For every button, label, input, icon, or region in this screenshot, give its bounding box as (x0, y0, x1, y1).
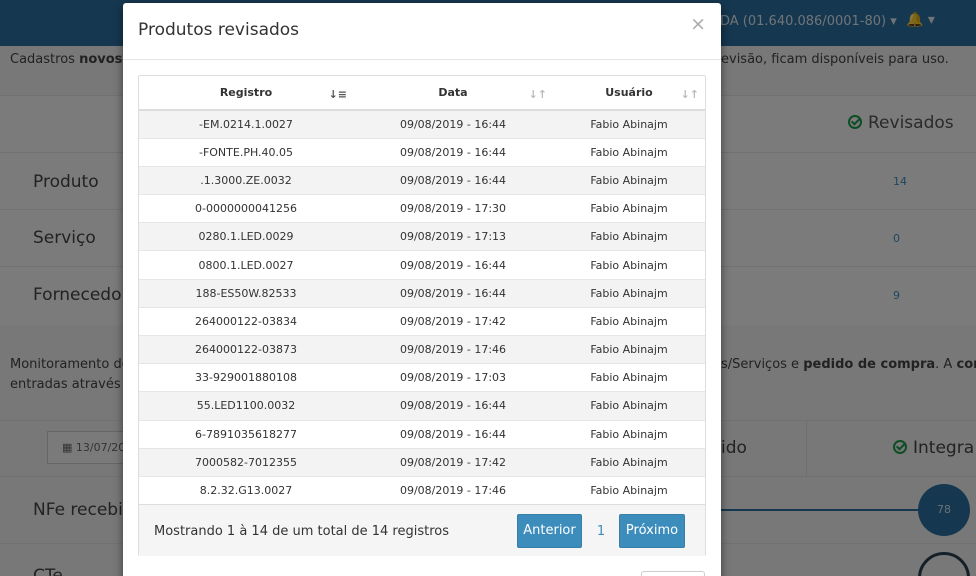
cell-registro: 6-7891035618277 (139, 419, 353, 449)
table-row[interactable]: 7000582-7012355 09/08/2019 - 17:42 Fabio A… (139, 447, 705, 477)
cell-usuario: Fabio Abinajm (553, 447, 705, 477)
cell-usuario: Fabio Abinajm (553, 419, 705, 449)
cell-registro: 55.LED1100.0032 (139, 391, 353, 421)
cell-data: 09/08/2019 - 16:44 (353, 419, 553, 449)
cell-data: 09/08/2019 - 17:46 (353, 334, 553, 364)
revisados-table-container: Registro ↓≡ Data ↓↑ Usuário ↓↑ -EM.0214.… (138, 75, 706, 556)
modal-footer-button[interactable] (641, 571, 705, 576)
sort-ascending-icon: ↓≡ (328, 88, 347, 101)
table-row[interactable]: .1.3000.ZE.0032 09/08/2019 - 16:44 Fabio A… (139, 165, 705, 195)
cell-registro: 8.2.32.G13.0027 (139, 475, 353, 505)
cell-usuario: Fabio Abinajm (553, 222, 705, 251)
table-row[interactable]: 0800.1.LED.0027 09/08/2019 - 16:44 Fabio A… (139, 250, 705, 280)
produtos-revisados-modal: Produtos revisados × Registro ↓≡ Data ↓↑ (123, 3, 721, 576)
cell-usuario: Fabio Abinajm (553, 250, 705, 280)
table-row[interactable]: 55.LED1100.0032 09/08/2019 - 16:44 Fabio A… (139, 391, 705, 421)
column-header-usuario[interactable]: Usuário ↓↑ (553, 76, 705, 111)
sort-icon: ↓↑ (680, 88, 699, 101)
cell-usuario: Fabio Abinajm (553, 137, 705, 167)
cell-registro: 188-ES50W.82533 (139, 278, 353, 308)
cell-registro: .1.3000.ZE.0032 (139, 165, 353, 195)
table-row[interactable]: 0280.1.LED.0029 09/08/2019 - 17:13 Fabio A… (139, 222, 705, 251)
modal-header: Produtos revisados × (123, 3, 721, 60)
cell-data: 09/08/2019 - 16:44 (353, 109, 553, 139)
table-row[interactable]: 264000122-03873 09/08/2019 - 17:46 Fabio A… (139, 334, 705, 364)
cell-registro: 264000122-03834 (139, 306, 353, 336)
cell-data: 09/08/2019 - 17:13 (353, 222, 553, 251)
column-header-data[interactable]: Data ↓↑ (353, 76, 553, 111)
revisados-table: Registro ↓≡ Data ↓↑ Usuário ↓↑ -EM.0214.… (139, 76, 705, 505)
cell-registro: -EM.0214.1.0027 (139, 109, 353, 139)
cell-usuario: Fabio Abinajm (553, 475, 705, 505)
cell-usuario: Fabio Abinajm (553, 109, 705, 139)
cell-usuario: Fabio Abinajm (553, 391, 705, 421)
cell-data: 09/08/2019 - 17:46 (353, 475, 553, 505)
previous-page-button[interactable]: Anterior (517, 514, 582, 548)
table-row[interactable]: -FONTE.PH.40.05 09/08/2019 - 16:44 Fabio A… (139, 137, 705, 167)
cell-usuario: Fabio Abinajm (553, 363, 705, 392)
cell-data: 09/08/2019 - 17:42 (353, 447, 553, 477)
cell-data: 09/08/2019 - 16:44 (353, 137, 553, 167)
cell-data: 09/08/2019 - 16:44 (353, 165, 553, 195)
close-icon[interactable]: × (690, 15, 706, 34)
cell-data: 09/08/2019 - 16:44 (353, 391, 553, 421)
cell-registro: 264000122-03873 (139, 334, 353, 364)
next-page-button[interactable]: Próximo (619, 514, 685, 548)
cell-data: 09/08/2019 - 17:03 (353, 363, 553, 392)
table-row[interactable]: 188-ES50W.82533 09/08/2019 - 16:44 Fabio A… (139, 278, 705, 308)
sort-icon: ↓↑ (528, 88, 547, 101)
pagination-info: Mostrando 1 à 14 de um total de 14 regis… (154, 524, 450, 539)
cell-usuario: Fabio Abinajm (553, 334, 705, 364)
table-footer: Mostrando 1 à 14 de um total de 14 regis… (139, 504, 705, 556)
cell-data: 09/08/2019 - 16:44 (353, 250, 553, 280)
cell-data: 09/08/2019 - 17:30 (353, 194, 553, 223)
cell-registro: 7000582-7012355 (139, 447, 353, 477)
cell-data: 09/08/2019 - 17:42 (353, 306, 553, 336)
cell-registro: 0-0000000041256 (139, 194, 353, 223)
table-header-row: Registro ↓≡ Data ↓↑ Usuário ↓↑ (139, 76, 705, 111)
column-header-registro[interactable]: Registro ↓≡ (139, 76, 353, 111)
table-row[interactable]: 33-929001880108 09/08/2019 - 17:03 Fabio A… (139, 363, 705, 392)
table-row[interactable]: 6-7891035618277 09/08/2019 - 16:44 Fabio A… (139, 419, 705, 449)
table-row[interactable]: 0-0000000041256 09/08/2019 - 17:30 Fabio A… (139, 194, 705, 223)
cell-data: 09/08/2019 - 16:44 (353, 278, 553, 308)
table-row[interactable]: 264000122-03834 09/08/2019 - 17:42 Fabio A… (139, 306, 705, 336)
cell-usuario: Fabio Abinajm (553, 306, 705, 336)
cell-registro: 33-929001880108 (139, 363, 353, 392)
cell-registro: 0280.1.LED.0029 (139, 222, 353, 251)
cell-usuario: Fabio Abinajm (553, 194, 705, 223)
table-row[interactable]: 8.2.32.G13.0027 09/08/2019 - 17:46 Fabio A… (139, 475, 705, 505)
page-number-1[interactable]: 1 (591, 524, 611, 539)
cell-registro: -FONTE.PH.40.05 (139, 137, 353, 167)
modal-title: Produtos revisados (138, 20, 300, 40)
cell-usuario: Fabio Abinajm (553, 165, 705, 195)
cell-registro: 0800.1.LED.0027 (139, 250, 353, 280)
table-row[interactable]: -EM.0214.1.0027 09/08/2019 - 16:44 Fabio A… (139, 109, 705, 139)
cell-usuario: Fabio Abinajm (553, 278, 705, 308)
